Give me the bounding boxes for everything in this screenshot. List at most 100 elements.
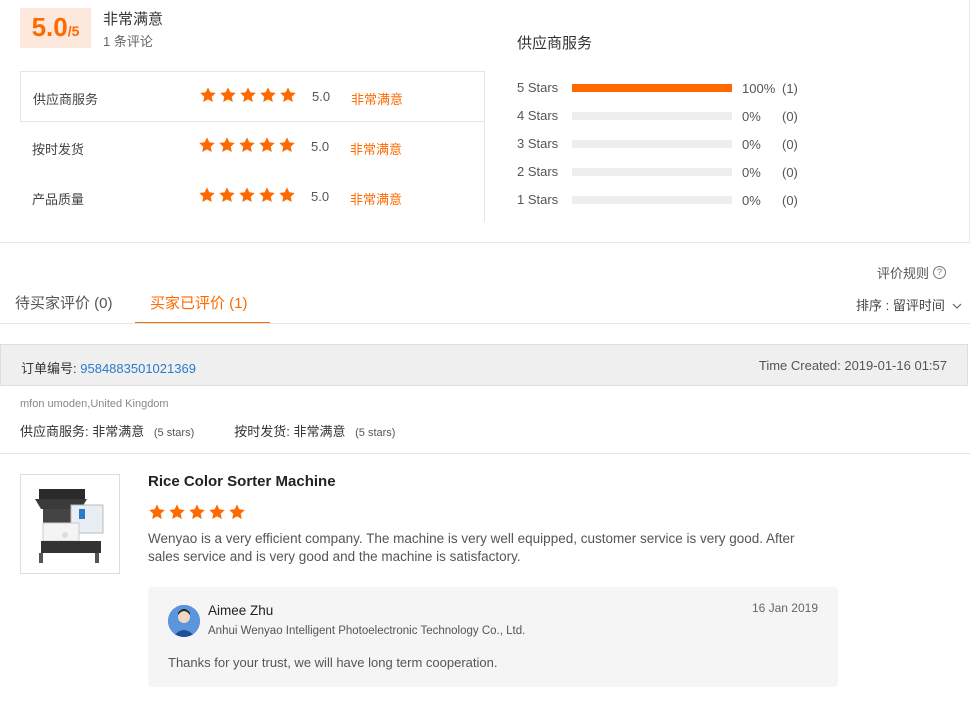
seller-reply: Aimee Zhu Anhui Wenyao Intelligent Photo… xyxy=(148,587,838,687)
overall-rating-label: 非常满意 xyxy=(103,11,164,28)
star-icon xyxy=(148,503,166,521)
review-count: 1 条评论 xyxy=(103,34,153,49)
rating-label: 供应商服务 xyxy=(33,92,99,107)
overall-score-badge: 5.0 /5 xyxy=(20,8,91,48)
rating-breakdown-table: 供应商服务 5.0 非常满意 按时发货 5.0 非常满意 产品质量 5.0 非常… xyxy=(20,71,485,222)
star-icon xyxy=(258,136,276,154)
review-rules-link[interactable]: 评价规则 ? xyxy=(877,263,947,282)
star-icon xyxy=(188,503,206,521)
distribution-count: (0) xyxy=(782,193,798,208)
star-icon xyxy=(239,86,257,104)
rating-stars xyxy=(198,186,296,204)
distribution-label: 5 Stars xyxy=(517,80,559,95)
reply-author-name: Aimee Zhu xyxy=(208,603,274,618)
distribution-bar xyxy=(572,196,732,204)
star-icon xyxy=(259,86,277,104)
star-icon xyxy=(228,503,246,521)
order-number-row: 订单编号: 9584883501021369 xyxy=(21,358,196,377)
rating-text: 非常满意 xyxy=(351,92,404,107)
star-icon xyxy=(278,136,296,154)
star-icon xyxy=(168,503,186,521)
distribution-label: 1 Stars xyxy=(517,192,559,207)
order-number-label: 订单编号: xyxy=(21,361,77,376)
rating-stars xyxy=(199,86,297,104)
order-info-bar: 订单编号: 9584883501021369 Time Created: 201… xyxy=(0,344,968,386)
avatar xyxy=(168,605,200,637)
distribution-row: 2 Stars 0% (0) xyxy=(517,162,817,182)
tabs-divider xyxy=(0,323,970,324)
rating-stars xyxy=(198,136,296,154)
distribution-row: 5 Stars 100% (1) xyxy=(517,78,817,98)
sort-dropdown[interactable]: 排序 : 留评时间 xyxy=(856,295,962,314)
distribution-percent: 0% xyxy=(742,109,761,124)
chevron-down-icon xyxy=(953,303,962,309)
distribution-row: 3 Stars 0% (0) xyxy=(517,134,817,154)
distribution-bar xyxy=(572,140,732,148)
distribution-percent: 0% xyxy=(742,165,761,180)
buyer-ratings: 供应商服务: 非常满意 (5 stars) 按时发货: 非常满意 (5 star… xyxy=(20,421,435,440)
distribution-count: (0) xyxy=(782,137,798,152)
reply-company: Anhui Wenyao Intelligent Photoelectronic… xyxy=(208,625,526,637)
help-icon: ? xyxy=(933,266,947,279)
buyer-delivery-rating: 按时发货: 非常满意 (5 stars) xyxy=(234,421,395,440)
star-icon xyxy=(279,86,297,104)
rating-score: 5.0 xyxy=(311,189,330,204)
star-icon xyxy=(238,136,256,154)
tab-pending-reviews[interactable]: 待买家评价 (0) xyxy=(15,292,113,313)
review-rules-label: 评价规则 xyxy=(877,266,930,281)
distribution-bar-fill xyxy=(572,84,732,92)
distribution-row: 4 Stars 0% (0) xyxy=(517,106,817,126)
distribution-percent: 100% xyxy=(742,81,776,96)
reply-date: 16 Jan 2019 xyxy=(751,601,818,615)
buyer-service-rating: 供应商服务: 非常满意 (5 stars) xyxy=(20,421,194,440)
rating-row-quality: 产品质量 5.0 非常满意 xyxy=(20,172,485,222)
distribution-row: 1 Stars 0% (0) xyxy=(517,190,817,210)
buyer-delivery-label: 按时发货: xyxy=(234,424,290,439)
star-icon xyxy=(199,86,217,104)
star-icon xyxy=(198,136,216,154)
distribution-bar xyxy=(572,84,732,92)
avatar-image xyxy=(168,605,200,637)
rating-score: 5.0 xyxy=(312,89,331,104)
star-icon xyxy=(238,186,256,204)
distribution-bar xyxy=(572,112,732,120)
order-number-link[interactable]: 9584883501021369 xyxy=(80,361,196,376)
rating-row-service: 供应商服务 5.0 非常满意 xyxy=(20,72,485,122)
distribution-label: 3 Stars xyxy=(517,136,559,151)
buyer-delivery-value: 非常满意 xyxy=(293,424,346,439)
buyer-service-label: 供应商服务: xyxy=(20,424,89,439)
distribution-label: 4 Stars xyxy=(517,108,559,123)
star-icon xyxy=(219,86,237,104)
time-created: Time Created: 2019-01-16 01:57 xyxy=(758,358,947,373)
star-icon xyxy=(218,186,236,204)
sort-label: 排序 : 留评时间 xyxy=(856,298,945,313)
product-thumbnail[interactable] xyxy=(20,474,120,574)
distribution-count: (1) xyxy=(782,81,798,96)
buyer-service-value: 非常满意 xyxy=(92,424,145,439)
star-icon xyxy=(258,186,276,204)
product-title[interactable]: Rice Color Sorter Machine xyxy=(148,473,336,490)
rating-label: 产品质量 xyxy=(32,192,85,207)
color-sorter-machine-image xyxy=(35,489,104,563)
buyer-delivery-stars: (5 stars) xyxy=(355,427,396,439)
reply-text: Thanks for your trust, we will have long… xyxy=(168,655,498,670)
overall-score-max: /5 xyxy=(67,23,80,39)
distribution-count: (0) xyxy=(782,165,798,180)
star-icon xyxy=(198,186,216,204)
review-stars xyxy=(148,503,246,521)
rating-text: 非常满意 xyxy=(350,192,403,207)
rating-row-delivery: 按时发货 5.0 非常满意 xyxy=(20,122,485,172)
rating-score: 5.0 xyxy=(311,139,330,154)
section-divider xyxy=(0,453,970,454)
overall-score: 5.0 xyxy=(31,12,68,42)
distribution-count: (0) xyxy=(782,109,798,124)
distribution-title: 供应商服务 xyxy=(517,35,593,52)
buyer-name: mfon umoden,United Kingdom xyxy=(20,398,169,410)
star-icon xyxy=(218,136,236,154)
star-icon xyxy=(208,503,226,521)
review-text: Wenyao is a very efficient company. The … xyxy=(148,531,795,564)
tab-buyer-reviewed[interactable]: 买家已评价 (1) xyxy=(150,292,248,313)
rating-text: 非常满意 xyxy=(350,142,403,157)
rating-label: 按时发货 xyxy=(32,142,85,157)
distribution-label: 2 Stars xyxy=(517,164,559,179)
